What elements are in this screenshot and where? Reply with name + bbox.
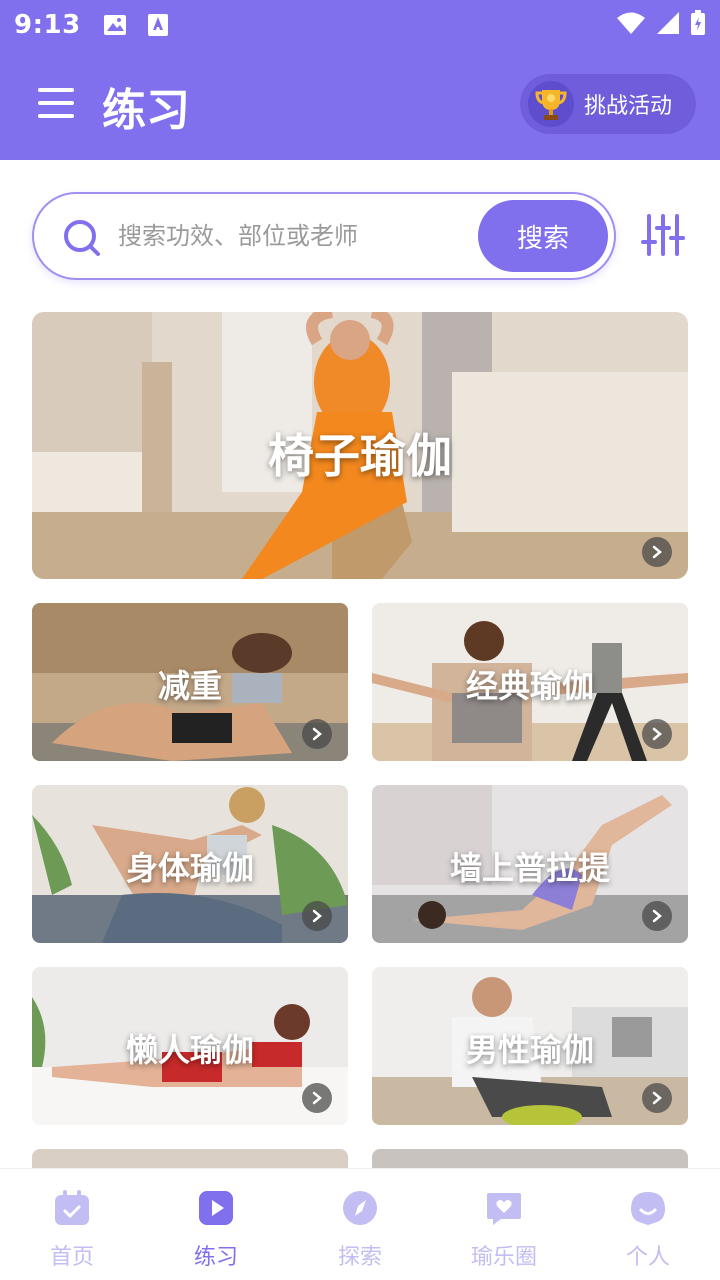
tab-label: 首页 bbox=[49, 1245, 94, 1270]
calendar-icon bbox=[53, 1189, 91, 1231]
search-box: 搜索 bbox=[32, 192, 616, 280]
search-icon bbox=[62, 218, 102, 262]
app-bar: 练习 挑战活动 bbox=[0, 50, 720, 160]
chevron-right-icon bbox=[302, 719, 332, 749]
page-title: 练习 bbox=[102, 85, 190, 136]
category-title: 懒人瑜伽 bbox=[125, 1031, 254, 1069]
tab-label: 探索 bbox=[337, 1245, 382, 1270]
category-title: 男性瑜伽 bbox=[465, 1031, 594, 1069]
challenge-label: 挑战活动 bbox=[584, 94, 673, 119]
tab-community[interactable]: 瑜乐圈 bbox=[432, 1169, 576, 1280]
category-card-weight-loss[interactable]: 减重 bbox=[32, 603, 348, 761]
challenge-button[interactable]: 挑战活动 bbox=[520, 74, 696, 134]
category-title: 身体瑜伽 bbox=[125, 849, 254, 887]
chevron-right-icon bbox=[642, 537, 672, 567]
tab-explore[interactable]: 探索 bbox=[288, 1169, 432, 1280]
category-card-men-yoga[interactable]: 男性瑜伽 bbox=[372, 967, 688, 1125]
trophy-icon bbox=[528, 81, 574, 127]
status-time: 9:13 bbox=[14, 10, 81, 40]
chevron-right-icon bbox=[302, 901, 332, 931]
tab-label: 个人 bbox=[625, 1245, 670, 1270]
category-title: 经典瑜伽 bbox=[465, 667, 594, 705]
chevron-right-icon bbox=[642, 901, 672, 931]
tab-home[interactable]: 首页 bbox=[0, 1169, 144, 1280]
font-notification-icon bbox=[147, 13, 169, 37]
tab-label: 瑜乐圈 bbox=[470, 1245, 537, 1270]
category-card-classic-yoga[interactable]: 经典瑜伽 bbox=[372, 603, 688, 761]
bottom-tab-bar: 首页 练习 探索 瑜乐圈 个人 bbox=[0, 1168, 720, 1280]
category-card-partial[interactable] bbox=[372, 1149, 688, 1168]
chevron-right-icon bbox=[642, 1083, 672, 1113]
status-bar: 9:13 bbox=[0, 0, 720, 50]
category-title: 墙上普拉提 bbox=[449, 849, 610, 887]
menu-icon[interactable] bbox=[38, 88, 74, 118]
category-card-body-yoga[interactable]: 身体瑜伽 bbox=[32, 785, 348, 943]
battery-icon bbox=[690, 10, 706, 40]
chevron-right-icon bbox=[642, 719, 672, 749]
category-title: 减重 bbox=[157, 667, 222, 705]
chevron-right-icon bbox=[302, 1083, 332, 1113]
featured-card-chair-yoga[interactable]: 椅子瑜伽 bbox=[32, 312, 688, 579]
image-notification-icon bbox=[103, 14, 127, 36]
tab-label: 练习 bbox=[193, 1245, 238, 1270]
filter-icon[interactable] bbox=[640, 212, 686, 258]
category-card-lazy-yoga[interactable]: 懒人瑜伽 bbox=[32, 967, 348, 1125]
play-icon bbox=[197, 1189, 235, 1231]
profile-icon bbox=[629, 1189, 667, 1231]
compass-icon bbox=[341, 1189, 379, 1231]
category-card-wall-pilates[interactable]: 墙上普拉提 bbox=[372, 785, 688, 943]
featured-title: 椅子瑜伽 bbox=[268, 429, 452, 483]
category-card-partial[interactable] bbox=[32, 1149, 348, 1168]
tab-profile[interactable]: 个人 bbox=[576, 1169, 720, 1280]
tab-practice[interactable]: 练习 bbox=[144, 1169, 288, 1280]
search-button[interactable]: 搜索 bbox=[478, 200, 608, 272]
search-input[interactable] bbox=[118, 216, 458, 256]
wifi-icon bbox=[616, 11, 646, 39]
heart-chat-icon bbox=[485, 1189, 523, 1231]
signal-icon bbox=[656, 11, 680, 39]
